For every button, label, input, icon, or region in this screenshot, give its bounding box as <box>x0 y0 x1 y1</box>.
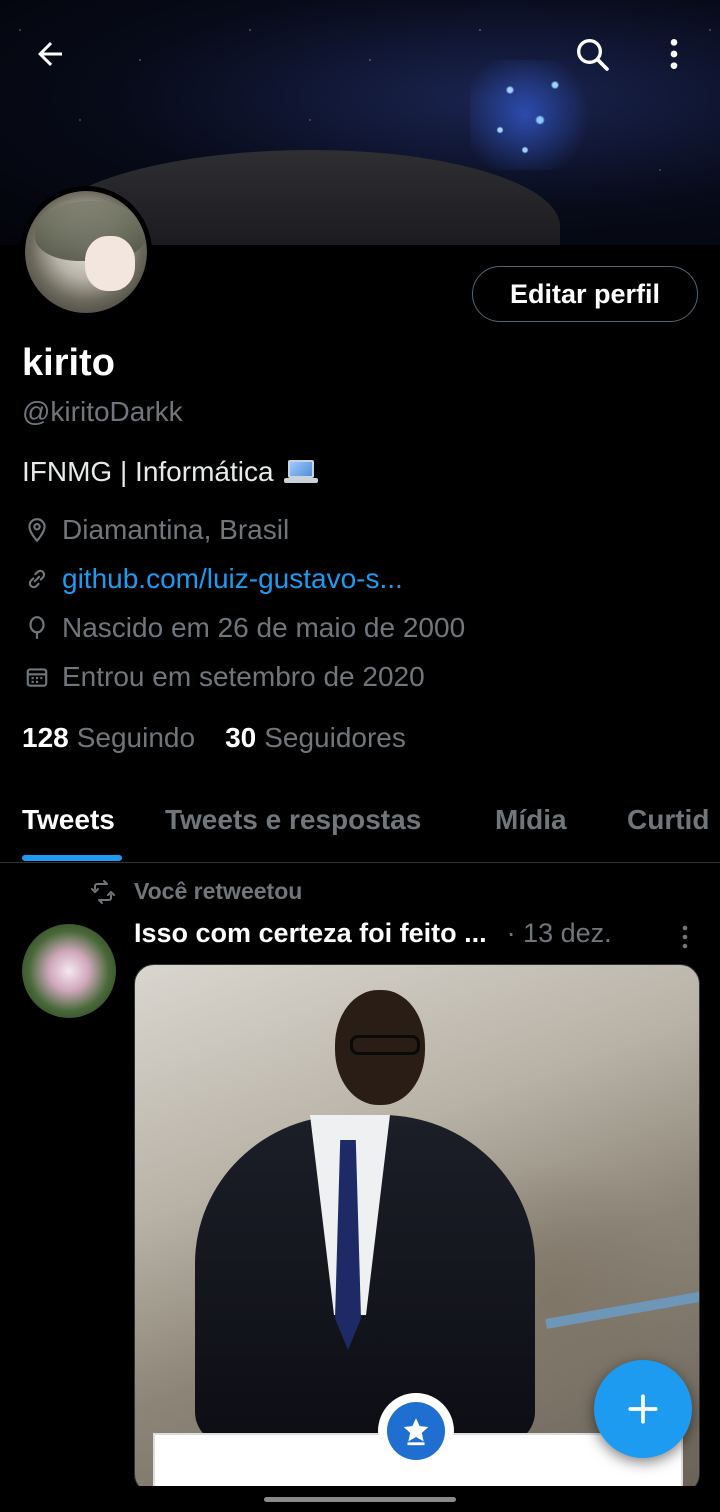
location-pin-icon <box>28 518 46 543</box>
link-icon <box>28 569 46 589</box>
tab-likes[interactable]: Curtid <box>627 804 709 836</box>
follow-stats: 128 Seguindo 30 Seguidores <box>22 722 406 754</box>
profile-bio: IFNMG | Informática <box>22 456 318 488</box>
profile-avatar[interactable] <box>20 186 152 318</box>
tweet-author-avatar[interactable] <box>22 924 116 1018</box>
joined-text: Entrou em setembro de 2020 <box>62 661 425 692</box>
avatar-face <box>85 236 135 291</box>
tweet-header: Isso com certeza foi feito ... · 13 dez. <box>134 918 704 949</box>
arrow-left-icon <box>38 42 62 66</box>
birth-text: Nascido em 26 de maio de 2000 <box>62 612 466 643</box>
tweet-time[interactable]: · 13 dez. <box>507 918 612 949</box>
bio-text: IFNMG | Informática <box>22 456 274 487</box>
back-button[interactable] <box>28 32 72 76</box>
star-icon <box>403 1418 429 1446</box>
followers-link[interactable]: 30 Seguidores <box>225 722 406 754</box>
tab-tweets[interactable]: Tweets <box>22 804 115 836</box>
laptop-icon <box>283 460 318 484</box>
profile-name: kirito <box>22 342 115 384</box>
retweet-icon <box>91 879 115 904</box>
location-text: Diamantina, Brasil <box>62 514 290 545</box>
profile-location: Diamantina, Brasil <box>22 514 289 546</box>
tab-media[interactable]: Mídia <box>495 804 567 836</box>
tweet-text[interactable]: Isso com certeza foi feito ... <box>134 918 487 949</box>
tab-tweets-replies[interactable]: Tweets e respostas <box>165 804 421 836</box>
profile-handle: @kiritoDarkk <box>22 396 183 427</box>
retweet-label: Você retweetou <box>134 878 303 904</box>
search-button[interactable] <box>570 32 614 76</box>
more-vertical-icon <box>670 39 678 69</box>
compose-tweet-button[interactable] <box>594 1360 692 1458</box>
active-tab-indicator <box>22 855 122 861</box>
profile-website[interactable]: github.com/luiz-gustavo-s... <box>22 563 403 595</box>
search-icon <box>577 39 609 71</box>
plus-icon <box>628 1394 658 1424</box>
profile-joined: Entrou em setembro de 2020 <box>22 661 425 693</box>
banner-star-cluster <box>470 60 600 170</box>
more-options-button[interactable] <box>652 32 696 76</box>
following-link[interactable]: 128 Seguindo <box>22 722 195 754</box>
calendar-icon <box>26 668 48 687</box>
profile-tabs: Tweets Tweets e respostas Mídia Curtid <box>0 786 720 863</box>
retweet-context: Você retweetou <box>88 878 302 905</box>
star-badge <box>378 1393 454 1469</box>
edit-profile-button[interactable]: Editar perfil <box>472 266 698 322</box>
balloon-icon <box>29 616 45 639</box>
more-vertical-icon <box>682 925 688 949</box>
tweet-more-button[interactable] <box>672 922 698 952</box>
profile-birthdate: Nascido em 26 de maio de 2000 <box>22 612 465 644</box>
home-indicator[interactable] <box>264 1497 456 1502</box>
website-link[interactable]: github.com/luiz-gustavo-s... <box>62 563 403 595</box>
